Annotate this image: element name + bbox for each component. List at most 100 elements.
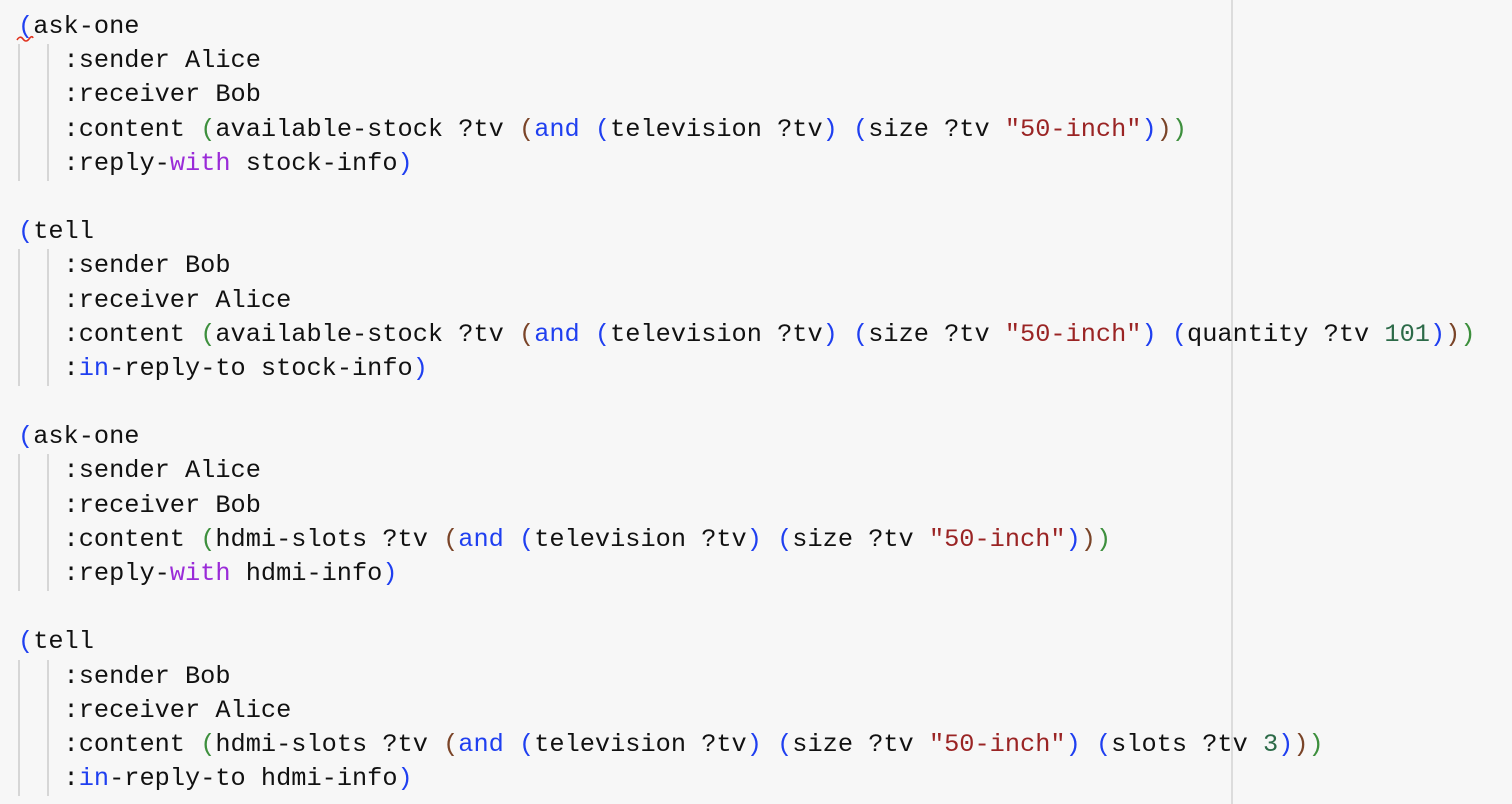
indent-guide: [47, 112, 49, 147]
paren: (: [443, 524, 459, 554]
paren: (: [443, 729, 459, 759]
paren: ): [1065, 524, 1081, 554]
indent-guide: [47, 762, 49, 797]
code-text: ask-one: [33, 12, 140, 41]
indent-guide: [18, 659, 20, 694]
code-line[interactable]: [0, 386, 1512, 420]
paren: ): [1156, 114, 1172, 144]
paren: ): [1095, 524, 1112, 554]
code-text: ask-one: [33, 422, 140, 452]
indent-guide: [47, 727, 49, 763]
indent-guide: [47, 659, 49, 694]
paren: (: [519, 319, 535, 349]
paren: ): [1293, 729, 1309, 759]
code-line[interactable]: :reply-with stock-info): [0, 146, 1512, 181]
code-editor[interactable]: (ask-one :sender Alice :receiver Bob :co…: [0, 10, 1512, 797]
indent-guide: [47, 317, 49, 352]
indent-guide: [47, 78, 49, 113]
paren: ): [1141, 114, 1157, 144]
indent-guide: [18, 727, 20, 763]
indent-guide: [18, 146, 20, 181]
paren: ): [397, 148, 413, 178]
code-line[interactable]: :in-reply-to hdmi-info): [0, 762, 1512, 797]
indent-guide: [18, 44, 20, 79]
paren: (: [200, 319, 216, 349]
paren: ): [822, 114, 838, 144]
error-squiggle-icon: [16, 35, 34, 42]
indent-guide: [18, 249, 20, 284]
code-line[interactable]: [0, 591, 1512, 625]
code-line[interactable]: (tell: [0, 625, 1512, 659]
paren: ): [397, 764, 413, 794]
code-line[interactable]: :sender Alice: [0, 44, 1512, 79]
code-text: :content: [63, 114, 201, 144]
indent-guide: [18, 557, 20, 592]
code-line[interactable]: :sender Alice: [0, 454, 1512, 489]
paren: (: [1095, 729, 1112, 759]
code-text: hdmi-info: [230, 559, 383, 588]
code-line[interactable]: :in-reply-to stock-info): [0, 351, 1512, 387]
code-line[interactable]: :content (hdmi-slots ?tv (and (televisio…: [0, 522, 1512, 557]
paren: ): [1429, 319, 1446, 349]
indent-guide: [47, 693, 49, 728]
indent-guide: [18, 522, 20, 557]
paren: (: [777, 524, 793, 554]
code-line[interactable]: :receiver Alice: [0, 283, 1512, 318]
code-line[interactable]: :receiver Bob: [0, 78, 1512, 113]
code-line[interactable]: (ask-one: [0, 420, 1512, 454]
code-text: :content: [63, 319, 201, 349]
code-text: -reply-to hdmi-info: [109, 764, 398, 794]
paren: ): [746, 729, 762, 759]
code-text: television ?tv: [534, 524, 747, 554]
paren: (: [777, 729, 793, 759]
indent-guide: [18, 762, 20, 797]
code-line[interactable]: :receiver Alice: [0, 693, 1512, 728]
code-text: television ?tv: [610, 319, 823, 349]
string-literal: "50-inch": [1004, 114, 1142, 144]
code-text: stock-info: [230, 148, 398, 178]
keyword: and: [534, 319, 580, 349]
code-line[interactable]: :sender Bob: [0, 659, 1512, 694]
code-text: :receiver Alice: [63, 285, 292, 315]
code-line[interactable]: [0, 181, 1512, 215]
code-text: :sender Alice: [63, 46, 261, 76]
code-line[interactable]: :content (available-stock ?tv (and (tele…: [0, 112, 1512, 147]
paren: ): [1460, 319, 1476, 349]
code-line[interactable]: :receiver Bob: [0, 488, 1512, 523]
indent-guide: [18, 317, 20, 352]
code-line[interactable]: :reply-with hdmi-info): [0, 557, 1512, 592]
paren: (: [18, 217, 34, 247]
code-text: :sender Bob: [63, 661, 231, 691]
keyword: and: [458, 729, 504, 759]
paren: ): [822, 319, 838, 349]
indent-guide: [47, 146, 49, 181]
code-line[interactable]: :sender Bob: [0, 249, 1512, 284]
code-text: :receiver Alice: [63, 695, 292, 725]
code-text: :receiver Bob: [63, 490, 261, 520]
keyword: with: [169, 148, 231, 178]
code-text: :: [63, 353, 79, 383]
code-text: hdmi-slots ?tv: [215, 524, 444, 554]
paren: (: [519, 524, 535, 554]
code-line[interactable]: (ask-one: [0, 10, 1512, 44]
indent-guide: [47, 557, 49, 592]
code-text: :content: [63, 729, 201, 759]
code-text: slots ?tv: [1111, 729, 1263, 759]
code-line[interactable]: (tell: [0, 215, 1512, 249]
indent-guide: [18, 693, 20, 728]
paren: (: [18, 422, 34, 452]
code-text: available-stock ?tv: [215, 319, 519, 349]
code-text: :sender Alice: [63, 456, 261, 486]
paren: ): [1278, 729, 1294, 759]
indent-guide: [47, 283, 49, 318]
keyword: in: [78, 764, 110, 794]
code-line[interactable]: :content (hdmi-slots ?tv (and (televisio…: [0, 727, 1512, 763]
paren: ): [1308, 729, 1324, 759]
code-line[interactable]: :content (available-stock ?tv (and (tele…: [0, 317, 1512, 352]
paren: ): [746, 524, 762, 554]
